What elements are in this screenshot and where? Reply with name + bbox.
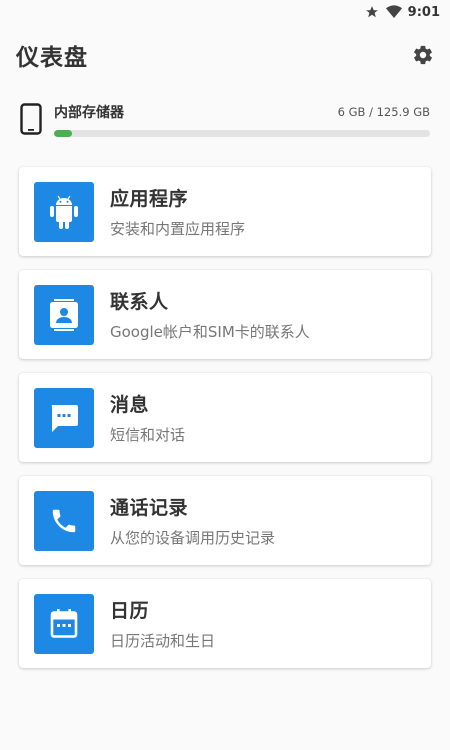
android-icon [34, 181, 94, 242]
app-bar: 仪表盘 [0, 24, 450, 86]
storage-summary: 内部存储器 6 GB / 125.9 GB [0, 86, 450, 144]
phone-icon [20, 103, 42, 135]
card-title: 应用程序 [110, 188, 189, 210]
card-title: 通话记录 [110, 497, 189, 519]
card-subtitle: 日历活动和生日 [110, 632, 216, 650]
gear-icon [414, 45, 432, 65]
contact-icon [34, 284, 94, 345]
card-contacts[interactable]: 联系人 Google帐户和SIM卡的联系人 [19, 270, 431, 359]
calendar-icon [34, 593, 94, 654]
card-title: 消息 [110, 394, 150, 416]
storage-label: 内部存储器 [54, 104, 124, 121]
card-messages[interactable]: 消息 短信和对话 [19, 373, 431, 462]
storage-progress-bar [54, 129, 430, 137]
storage-size: 6 GB / 125.9 GB [337, 104, 430, 119]
card-apps[interactable]: 应用程序 安装和内置应用程序 [19, 167, 431, 256]
phone-call-icon [34, 490, 94, 551]
dashboard-card-list: 应用程序 安装和内置应用程序 联系人 Google帐户和SIM卡的联系人 消息 … [0, 144, 450, 668]
card-title: 联系人 [110, 291, 169, 313]
card-subtitle: 从您的设备调用历史记录 [110, 529, 276, 547]
card-subtitle: 短信和对话 [110, 426, 186, 444]
star-icon [364, 4, 380, 20]
settings-button[interactable] [410, 42, 436, 68]
card-call-log[interactable]: 通话记录 从您的设备调用历史记录 [19, 476, 431, 565]
message-icon [34, 387, 94, 448]
wifi-icon [385, 4, 402, 20]
storage-progress-fill [54, 129, 73, 137]
card-subtitle: Google帐户和SIM卡的联系人 [110, 323, 310, 341]
card-subtitle: 安装和内置应用程序 [110, 220, 246, 238]
status-time: 9:01 [407, 4, 440, 20]
card-title: 日历 [110, 600, 150, 622]
page-title: 仪表盘 [16, 45, 88, 71]
status-bar: 9:01 [0, 0, 450, 24]
card-calendar[interactable]: 日历 日历活动和生日 [19, 579, 431, 668]
